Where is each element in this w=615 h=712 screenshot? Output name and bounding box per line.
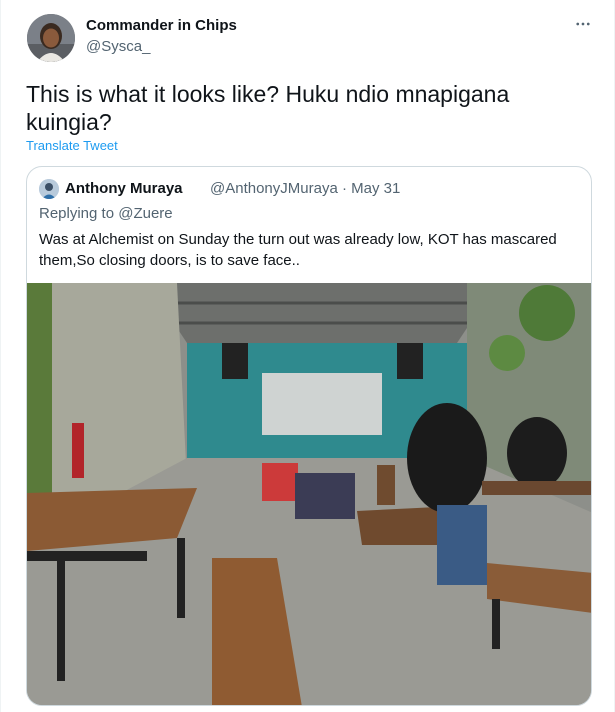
author-handle[interactable]: @Sysca_ bbox=[86, 38, 150, 55]
replying-to-mention[interactable]: @Zuere bbox=[118, 205, 172, 222]
replying-prefix: Replying to bbox=[39, 205, 115, 222]
more-horizontal-icon bbox=[576, 22, 590, 26]
quoted-author-name[interactable]: Anthony Muraya bbox=[65, 180, 183, 197]
replying-to: Replying to @Zuere bbox=[39, 205, 173, 222]
more-options-button[interactable] bbox=[571, 12, 595, 36]
quoted-tweet-text: Was at Alchemist on Sunday the turn out … bbox=[39, 231, 557, 269]
quoted-tweet[interactable]: Anthony Muraya @AnthonyJMuraya · May 31 … bbox=[26, 166, 592, 706]
author-name[interactable]: Commander in Chips bbox=[86, 17, 237, 34]
quoted-tweet-photo[interactable] bbox=[27, 283, 591, 705]
tweet-card: Commander in Chips @Sysca_ This is what … bbox=[0, 0, 615, 712]
author-avatar[interactable] bbox=[27, 14, 75, 62]
photo-icon bbox=[27, 283, 591, 705]
quoted-author-handle[interactable]: @AnthonyJMuraya · May 31 bbox=[210, 180, 400, 197]
tweet-text: This is what it looks like? Huku ndio mn… bbox=[26, 81, 510, 135]
quoted-author-avatar bbox=[39, 179, 59, 199]
translate-tweet-link[interactable]: Translate Tweet bbox=[26, 138, 118, 153]
